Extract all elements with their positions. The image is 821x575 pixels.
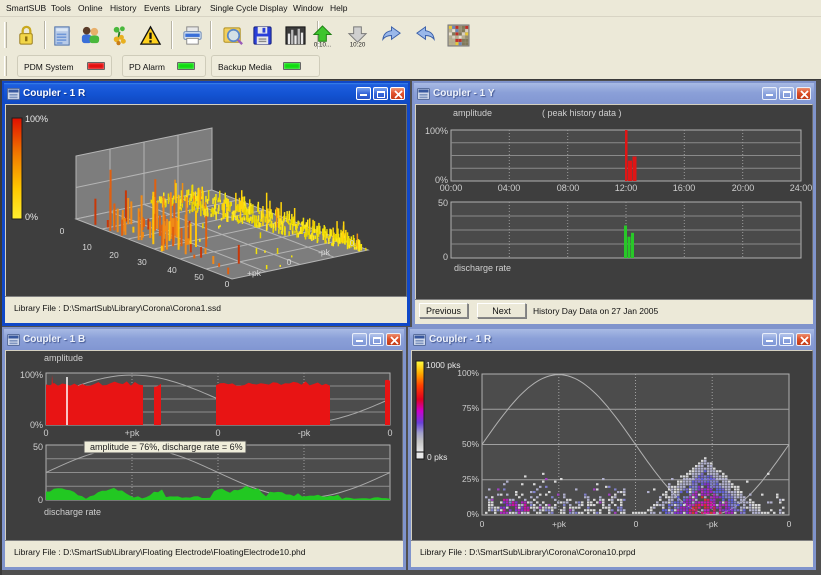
svg-text:50: 50 — [33, 442, 43, 452]
svg-text:0: 0 — [225, 279, 230, 289]
svg-text:40: 40 — [167, 265, 177, 275]
svg-text:+pk: +pk — [552, 519, 567, 529]
svg-text:0%: 0% — [467, 509, 480, 519]
svg-text:+pk: +pk — [125, 428, 140, 438]
svg-text:0: 0 — [215, 428, 220, 438]
svg-text:0: 0 — [387, 428, 392, 438]
svg-text:08:00: 08:00 — [557, 183, 580, 193]
svg-text:10:20: 10:20 — [350, 42, 366, 47]
svg-text:discharge rate: discharge rate — [454, 263, 511, 273]
svg-text:0 pks: 0 pks — [427, 452, 447, 462]
svg-text:0: 0 — [443, 252, 448, 262]
svg-text:-pk: -pk — [318, 247, 331, 257]
svg-text:25%: 25% — [462, 474, 479, 484]
svg-text:0: 0 — [38, 495, 43, 505]
svg-text:100%: 100% — [20, 370, 43, 380]
svg-text:0: 0 — [634, 519, 639, 529]
svg-text:amplitude = 76%, discharge rat: amplitude = 76%, discharge rate = 6% — [90, 442, 243, 452]
svg-text:0: 0 — [787, 519, 792, 529]
svg-text:10: 10 — [82, 242, 92, 252]
svg-text:75%: 75% — [462, 403, 479, 413]
svg-text:amplitude: amplitude — [44, 353, 83, 363]
svg-text:0: 0 — [287, 257, 292, 267]
svg-text:30: 30 — [137, 257, 147, 267]
svg-text:amplitude: amplitude — [453, 108, 492, 118]
svg-text:( peak history data ): ( peak history data ) — [542, 108, 622, 118]
svg-text:0: 0 — [480, 519, 485, 529]
svg-text:04:00: 04:00 — [498, 183, 521, 193]
svg-text:20:00: 20:00 — [732, 183, 755, 193]
svg-text:100%: 100% — [25, 114, 48, 124]
svg-text:20: 20 — [109, 250, 119, 260]
svg-text:00:00: 00:00 — [440, 183, 463, 193]
svg-text:50: 50 — [194, 272, 204, 282]
svg-text:-pk: -pk — [706, 519, 719, 529]
svg-text:0%: 0% — [25, 212, 38, 222]
svg-text:16:00: 16:00 — [673, 183, 696, 193]
svg-text:12:00: 12:00 — [615, 183, 638, 193]
svg-text:50%: 50% — [462, 439, 479, 449]
svg-text:0: 0 — [43, 428, 48, 438]
svg-text:-pk: -pk — [298, 428, 311, 438]
svg-text:0: 0 — [350, 238, 355, 248]
svg-text:100%: 100% — [425, 126, 448, 136]
svg-text:50: 50 — [438, 198, 448, 208]
svg-text:0: 0 — [60, 226, 65, 236]
svg-text:discharge rate: discharge rate — [44, 507, 101, 517]
svg-text:24:00: 24:00 — [790, 183, 812, 193]
svg-text:1000 pks: 1000 pks — [426, 360, 461, 370]
svg-text:+pk: +pk — [247, 268, 262, 278]
svg-text:100%: 100% — [457, 368, 479, 378]
svg-text:0%: 0% — [30, 420, 43, 430]
svg-text:0:10...: 0:10... — [314, 42, 332, 47]
